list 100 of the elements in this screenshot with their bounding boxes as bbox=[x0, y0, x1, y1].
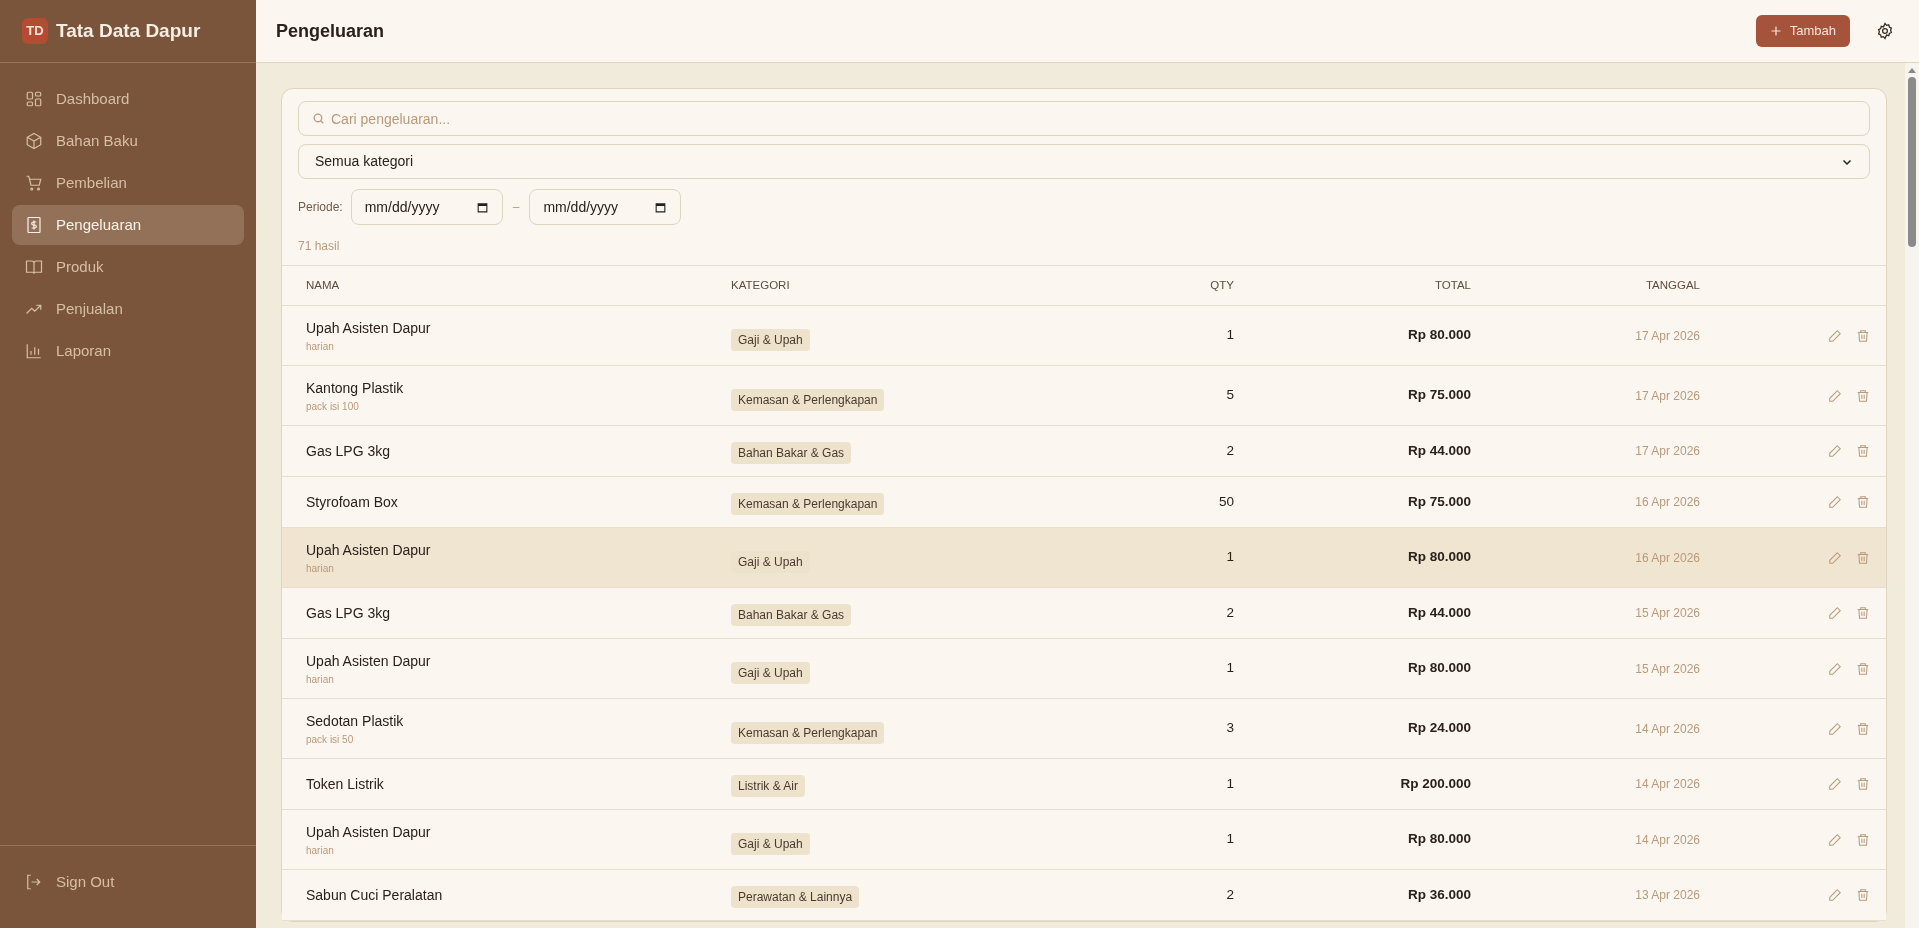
sidebar-item[interactable]: Bahan Baku bbox=[12, 121, 244, 161]
expense-name: Gas LPG 3kg bbox=[306, 603, 391, 623]
column-header[interactable]: QTY bbox=[1210, 278, 1234, 291]
table-cell: Rp 80.000 bbox=[1407, 831, 1471, 847]
pencil-icon[interactable] bbox=[1828, 388, 1842, 403]
expense-note: harian bbox=[306, 561, 334, 576]
dollar-receipt-icon bbox=[25, 216, 43, 234]
table-cell: 14 Apr 2026 bbox=[1635, 721, 1700, 736]
pencil-icon[interactable] bbox=[1828, 721, 1842, 736]
pencil-icon[interactable] bbox=[1828, 495, 1842, 509]
trash-icon[interactable] bbox=[1856, 388, 1870, 403]
bar-chart-icon bbox=[25, 342, 43, 360]
date-to-field[interactable]: mm/dd/yyyy bbox=[529, 189, 682, 225]
sidebar-item[interactable]: Pengeluaran bbox=[12, 205, 244, 245]
date-from-field[interactable]: mm/dd/yyyy bbox=[350, 189, 503, 225]
table-cell: Rp 80.000 bbox=[1407, 660, 1471, 676]
pencil-icon[interactable] bbox=[1828, 832, 1842, 847]
date-separator: – bbox=[511, 199, 521, 216]
settings-icon[interactable] bbox=[1876, 22, 1894, 40]
trash-icon[interactable] bbox=[1856, 328, 1870, 343]
table-row[interactable]: Upah Asisten Dapur harian Gaji & Upah 1 Rp 80.000 16 Apr 2026 bbox=[282, 528, 1886, 588]
search-icon bbox=[312, 112, 325, 125]
table-cell: 2 bbox=[1226, 604, 1234, 620]
book-icon bbox=[25, 258, 43, 276]
table-cell: Rp 80.000 bbox=[1407, 549, 1471, 565]
table-cell: 17 Apr 2026 bbox=[1635, 328, 1700, 343]
trash-icon[interactable] bbox=[1856, 550, 1870, 565]
trash-icon[interactable] bbox=[1856, 661, 1870, 676]
period-label: Periode: bbox=[298, 199, 343, 216]
table-cell: 15 Apr 2026 bbox=[1635, 606, 1700, 620]
pencil-icon[interactable] bbox=[1828, 888, 1842, 902]
category-tag: Gaji & Upah bbox=[731, 661, 810, 684]
category-tag: Gaji & Upah bbox=[731, 550, 810, 573]
sidebar-item[interactable]: Dashboard bbox=[12, 79, 244, 119]
sign-out-link[interactable]: Sign Out bbox=[24, 870, 115, 894]
pencil-icon[interactable] bbox=[1828, 661, 1842, 676]
sidebar-item[interactable]: Penjualan bbox=[12, 289, 244, 329]
table-cell: Rp 75.000 bbox=[1407, 493, 1471, 509]
scrollbar[interactable] bbox=[1905, 63, 1919, 928]
sidebar-item[interactable]: Pembelian bbox=[12, 163, 244, 203]
expense-name: Upah Asisten Dapur bbox=[306, 651, 431, 671]
trash-icon[interactable] bbox=[1856, 606, 1870, 620]
trash-icon[interactable] bbox=[1856, 444, 1870, 458]
pencil-icon[interactable] bbox=[1828, 444, 1842, 458]
expense-name: Token Listrik bbox=[306, 774, 384, 794]
package-icon bbox=[25, 132, 43, 150]
result-count: 71 hasil bbox=[298, 238, 340, 255]
table-cell: 1 bbox=[1226, 660, 1234, 676]
sidebar-item[interactable]: Produk bbox=[12, 247, 244, 287]
column-header[interactable]: TANGGAL bbox=[1645, 278, 1700, 291]
table-cell: 1 bbox=[1226, 327, 1234, 343]
table-cell: 17 Apr 2026 bbox=[1635, 444, 1700, 458]
expense-name: Styrofoam Box bbox=[306, 492, 398, 512]
column-header[interactable]: NAMA bbox=[306, 278, 340, 291]
table-cell: Rp 24.000 bbox=[1407, 720, 1471, 736]
category-select[interactable]: Semua kategori bbox=[298, 144, 1870, 179]
expense-name: Upah Asisten Dapur bbox=[306, 318, 431, 338]
expense-name: Kantong Plastik bbox=[306, 378, 404, 398]
plus-icon bbox=[1769, 25, 1782, 37]
expense-note: harian bbox=[306, 843, 334, 858]
category-tag: Gaji & Upah bbox=[731, 328, 810, 351]
logo-icon: TD bbox=[22, 18, 48, 44]
table-cell: 50 bbox=[1218, 493, 1234, 509]
category-tag: Bahan Bakar & Gas bbox=[731, 442, 852, 464]
table-cell: 3 bbox=[1226, 720, 1234, 736]
table-cell: 5 bbox=[1226, 387, 1234, 403]
trash-icon[interactable] bbox=[1856, 888, 1870, 902]
table-cell: 1 bbox=[1226, 831, 1234, 847]
table-cell: 2 bbox=[1226, 442, 1234, 458]
grid-icon bbox=[25, 90, 43, 108]
table-cell: 2 bbox=[1226, 886, 1234, 902]
trash-icon[interactable] bbox=[1856, 495, 1870, 509]
page-title: Pengeluaran bbox=[276, 19, 385, 43]
pencil-icon[interactable] bbox=[1828, 550, 1842, 565]
pencil-icon[interactable] bbox=[1828, 777, 1842, 791]
add-button[interactable]: Tambah bbox=[1755, 15, 1850, 47]
expense-note: harian bbox=[306, 339, 334, 354]
sidebar-item[interactable]: Laporan bbox=[12, 331, 244, 371]
category-tag: Kemasan & Perlengkapan bbox=[731, 493, 885, 515]
table-cell: 14 Apr 2026 bbox=[1635, 777, 1700, 791]
table-cell: 14 Apr 2026 bbox=[1635, 832, 1700, 847]
table-cell: Rp 200.000 bbox=[1400, 775, 1471, 791]
table-cell: 17 Apr 2026 bbox=[1635, 388, 1700, 403]
expense-name: Sabun Cuci Peralatan bbox=[306, 885, 443, 905]
trash-icon[interactable] bbox=[1856, 721, 1870, 736]
table-cell: Rp 75.000 bbox=[1407, 387, 1471, 403]
column-header[interactable]: TOTAL bbox=[1435, 278, 1471, 291]
app-name: Tata Data Dapur bbox=[56, 18, 201, 43]
expense-name: Upah Asisten Dapur bbox=[306, 540, 431, 560]
expense-name: Gas LPG 3kg bbox=[306, 441, 391, 461]
pencil-icon[interactable] bbox=[1828, 328, 1842, 343]
pencil-icon[interactable] bbox=[1828, 606, 1842, 620]
column-header[interactable]: KATEGORI bbox=[731, 278, 790, 291]
category-tag: Kemasan & Perlengkapan bbox=[731, 388, 885, 411]
trash-icon[interactable] bbox=[1856, 777, 1870, 791]
table-cell: 16 Apr 2026 bbox=[1635, 550, 1700, 565]
trash-icon[interactable] bbox=[1856, 832, 1870, 847]
table-cell: Rp 44.000 bbox=[1407, 604, 1471, 620]
sign-out-icon bbox=[24, 873, 42, 891]
search-field[interactable]: Cari pengeluaran... bbox=[298, 101, 1870, 136]
